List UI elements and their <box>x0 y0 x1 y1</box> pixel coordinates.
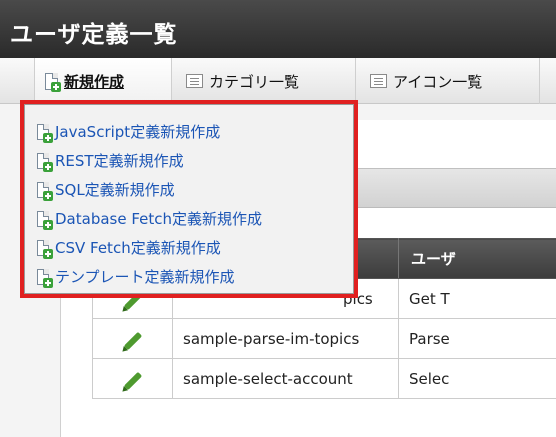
menu-item-label[interactable]: SQL定義新規作成 <box>55 179 175 200</box>
category-list-button[interactable]: カテゴリ一覧 <box>176 58 356 104</box>
page-title: ユーザ定義一覧 <box>10 22 178 48</box>
edit-cell[interactable] <box>92 318 173 359</box>
new-menu-dropdown: JavaScript定義新規作成 REST定義新規作成 SQL定義新規作成 Da… <box>24 104 354 294</box>
icon-list-label: アイコン一覧 <box>393 72 483 91</box>
definition-name[interactable]: sample-parse-im-topics <box>172 318 399 359</box>
menu-item-label[interactable]: JavaScript定義新規作成 <box>55 121 220 142</box>
edit-cell[interactable] <box>92 358 173 399</box>
pencil-icon[interactable] <box>123 291 142 310</box>
new-document-icon <box>37 239 53 259</box>
definition-desc: Selec <box>398 358 556 399</box>
menu-item-label[interactable]: Database Fetch定義新規作成 <box>55 208 262 229</box>
menu-item-label[interactable]: テンプレート定義新規作成 <box>55 266 235 287</box>
table-header-user: ユーザ <box>398 238 556 279</box>
pencil-icon[interactable] <box>123 331 142 350</box>
icon-list-button[interactable]: アイコン一覧 <box>360 58 540 104</box>
menu-item-sql[interactable]: SQL定義新規作成 <box>25 175 353 204</box>
new-document-icon <box>37 210 53 230</box>
new-button-label: 新規作成 <box>64 72 125 91</box>
definition-desc: Get T <box>398 278 556 319</box>
new-document-icon <box>37 268 53 288</box>
toolbar: 新規作成 カテゴリ一覧 アイコン一覧 <box>0 58 556 104</box>
definition-name[interactable]: sample-select-account <box>172 358 399 399</box>
category-list-label: カテゴリ一覧 <box>209 72 300 91</box>
list-icon <box>370 74 387 88</box>
menu-item-rest[interactable]: REST定義新規作成 <box>25 146 353 175</box>
definition-desc: Parse <box>398 318 556 359</box>
menu-item-javascript[interactable]: JavaScript定義新規作成 <box>25 117 353 146</box>
new-document-icon <box>37 152 53 172</box>
new-button[interactable]: 新規作成 <box>34 58 172 104</box>
new-document-icon <box>37 123 53 143</box>
menu-item-database-fetch[interactable]: Database Fetch定義新規作成 <box>25 204 353 233</box>
table-row[interactable]: sample-select-account Selec <box>92 358 556 399</box>
menu-item-label[interactable]: REST定義新規作成 <box>55 150 184 171</box>
window-header: ユーザ定義一覧 <box>0 0 556 58</box>
list-icon <box>186 74 203 88</box>
menu-item-label[interactable]: CSV Fetch定義新規作成 <box>55 237 221 258</box>
new-document-icon <box>45 72 61 92</box>
menu-item-csv-fetch[interactable]: CSV Fetch定義新規作成 <box>25 233 353 262</box>
table-row[interactable]: sample-parse-im-topics Parse <box>92 318 556 359</box>
pencil-icon[interactable] <box>123 371 142 390</box>
menu-item-template[interactable]: テンプレート定義新規作成 <box>25 262 353 291</box>
new-document-icon <box>37 181 53 201</box>
